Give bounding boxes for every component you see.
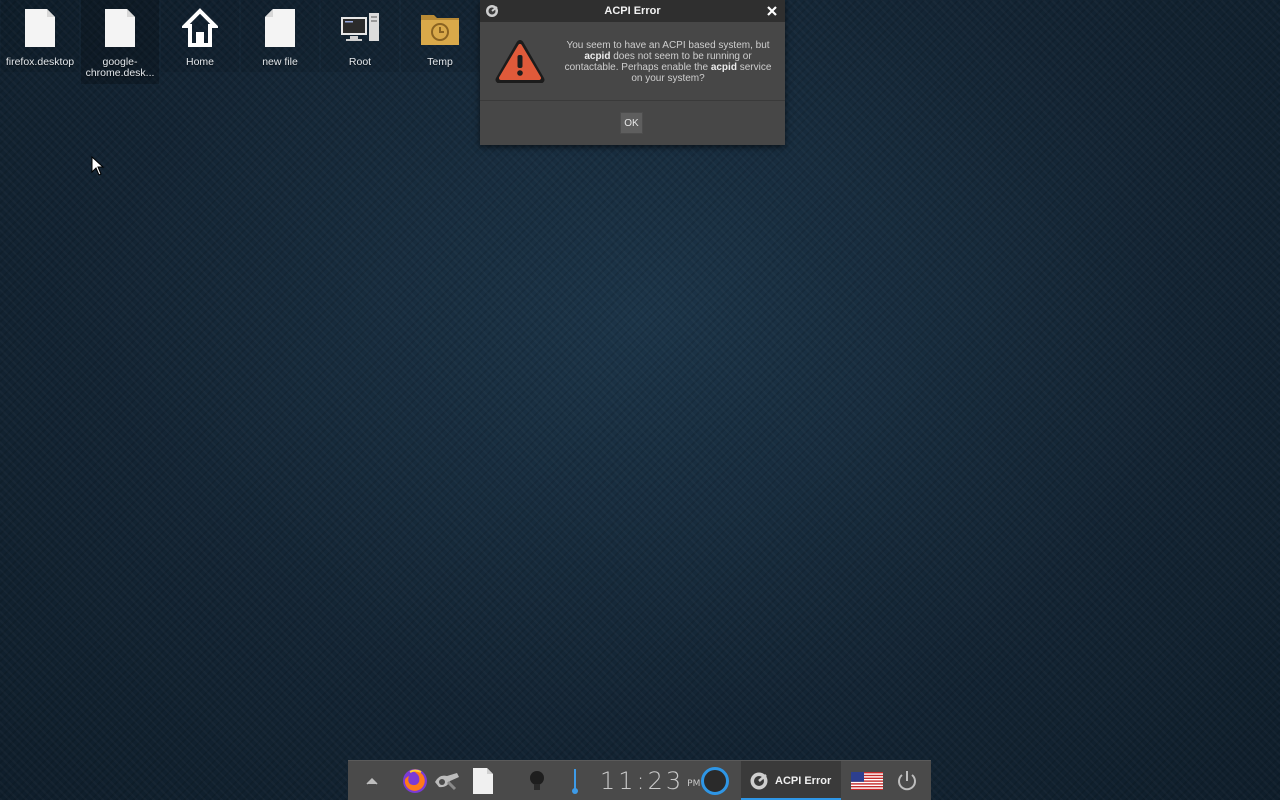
ok-button[interactable]: OK (620, 112, 643, 134)
taskbar-panel: 11:23 PM ACPI Error (348, 760, 931, 800)
file-icon (18, 4, 62, 52)
computer-icon (338, 4, 382, 52)
desktop-icon-label: google-chrome.desk... (85, 56, 155, 79)
dialog-body: You seem to have an ACPI based system, b… (480, 22, 785, 101)
settings-tools-icon[interactable] (432, 761, 462, 800)
desktop-icon-label: firefox.desktop (5, 56, 75, 68)
dialog-titlebar[interactable]: ACPI Error (480, 0, 785, 22)
desktop-icon-firefox-desktop[interactable]: firefox.desktop (1, 0, 79, 72)
power-icon[interactable] (893, 761, 921, 800)
clock-time: 11:23 (600, 767, 685, 795)
acpi-error-dialog: ACPI Error You seem to have an ACPI base… (480, 0, 785, 145)
firefox-icon[interactable] (400, 761, 430, 800)
task-acpi-error[interactable]: ACPI Error (741, 761, 841, 800)
desktop-icon-home[interactable]: Home (161, 0, 239, 72)
us-flag-icon[interactable] (850, 761, 884, 800)
task-label: ACPI Error (775, 775, 832, 787)
desktop-icon-new-file[interactable]: new file (241, 0, 319, 72)
clock-ampm: PM (687, 779, 701, 789)
folder-clock-icon (418, 4, 462, 52)
lightbulb-icon[interactable] (522, 761, 552, 800)
desktop-icon-label: Home (185, 56, 214, 68)
home-icon (178, 4, 222, 52)
panel-clock[interactable]: 11:23 PM (600, 761, 700, 800)
desktop-icon-label: new file (262, 56, 298, 68)
ring-icon[interactable] (700, 761, 730, 800)
dialog-title: ACPI Error (604, 5, 661, 17)
chevron-up-icon[interactable] (362, 761, 382, 800)
desktop-icon-google-chrome-desktop[interactable]: google-chrome.desk... (81, 0, 159, 84)
desktop-icon-root[interactable]: Root (321, 0, 399, 72)
close-icon[interactable] (764, 3, 780, 19)
app-icon (749, 771, 769, 791)
file-icon (98, 4, 142, 52)
app-icon (485, 4, 499, 18)
desktop-icon-label: Temp (427, 56, 453, 68)
dialog-message: You seem to have an ACPI based system, b… (564, 40, 772, 84)
warning-icon (493, 37, 547, 87)
volume-slider-icon[interactable] (565, 761, 585, 800)
desktop-icon-temp[interactable]: Temp (401, 0, 479, 72)
desktop-icons: firefox.desktop google-chrome.desk... Ho… (0, 0, 480, 90)
file-icon[interactable] (468, 761, 498, 800)
file-icon (258, 4, 302, 52)
mouse-cursor-icon (91, 155, 105, 176)
desktop-icon-label: Root (348, 56, 372, 68)
